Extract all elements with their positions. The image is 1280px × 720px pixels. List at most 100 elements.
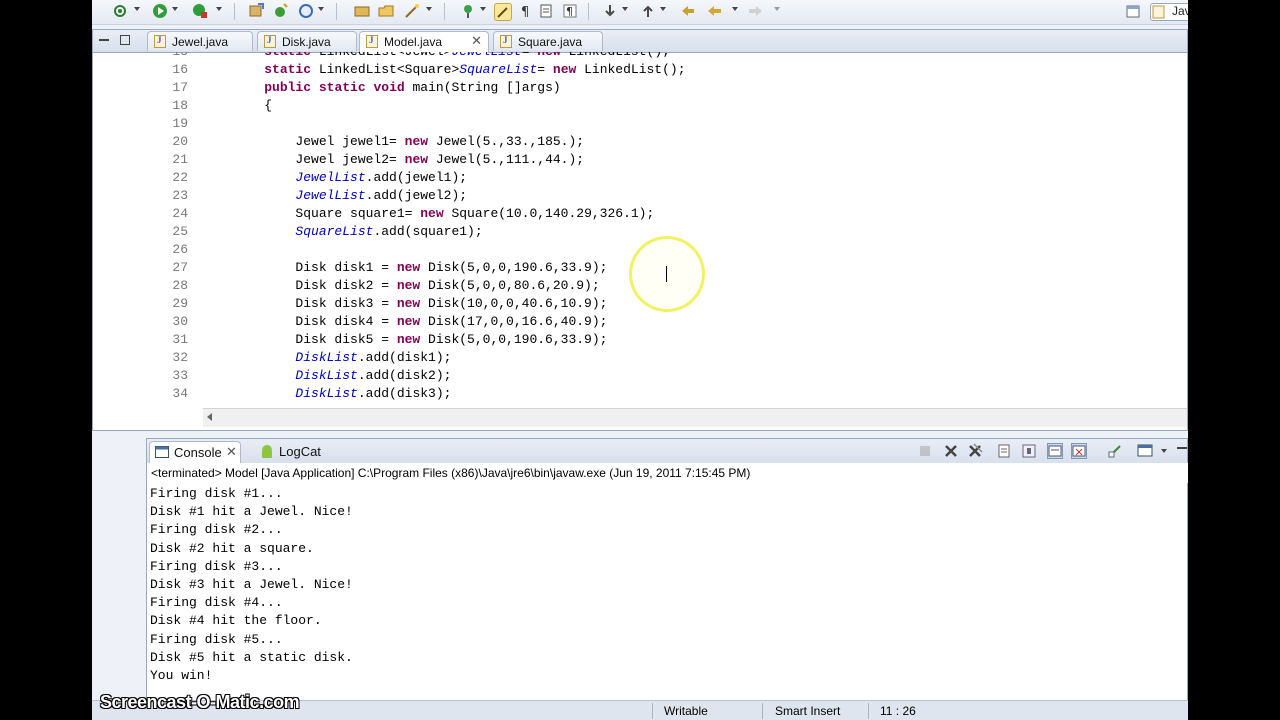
tab-disk-java[interactable]: Disk.java: [257, 31, 357, 51]
tab-logcat[interactable]: LogCat: [257, 441, 337, 463]
code-text: DiskList.add(disk1);: [295, 350, 452, 365]
console-minimize-icon[interactable]: [1177, 447, 1187, 449]
code-line[interactable]: 33 DiskList.add(disk2);: [93, 367, 1187, 385]
display-console-icon[interactable]: [1137, 443, 1153, 459]
paragraph-icon[interactable]: ¶: [562, 3, 578, 19]
new-dropdown-caret-icon[interactable]: [318, 7, 324, 11]
wand-icon[interactable]: [404, 3, 420, 19]
close-tab-icon[interactable]: ✕: [471, 33, 482, 49]
code-line[interactable]: 24 Square square1= new Square(10.0,140.2…: [93, 205, 1187, 223]
new-class-icon[interactable]: [272, 3, 288, 19]
show-whitespace-icon[interactable]: ¶: [518, 3, 534, 20]
line-number: 16: [172, 62, 188, 77]
console-output-line: Disk #4 hit the floor.: [150, 613, 322, 629]
editor-window-controls: [99, 34, 131, 46]
forward-caret-icon[interactable]: [774, 7, 780, 11]
console-icon: [155, 446, 169, 458]
debug-dropdown-caret-icon[interactable]: [134, 7, 140, 11]
code-line[interactable]: 17 public static void main(String []args…: [93, 79, 1187, 97]
scroll-lock-icon[interactable]: [1021, 443, 1037, 459]
remove-launch-icon[interactable]: [943, 443, 959, 459]
pin-icon[interactable]: [460, 3, 476, 19]
terminate-icon[interactable]: [917, 443, 933, 459]
new-wizard-icon[interactable]: [298, 3, 314, 19]
console-output[interactable]: Firing disk #1... Disk #1 hit a Jewel. Ni…: [147, 483, 1187, 720]
new-package-icon[interactable]: [248, 3, 264, 19]
code-line[interactable]: 30 Disk disk4 = new Disk(17,0,0,16.6,40.…: [93, 313, 1187, 331]
back-caret-icon[interactable]: [732, 7, 738, 11]
open-perspective-icon[interactable]: [1126, 3, 1142, 19]
cursor-position-status: 11 : 26: [880, 704, 916, 718]
console-output-line: Firing disk #2...: [150, 522, 283, 538]
code-text-area[interactable]: 15 static LinkedList<Jewel>JewelList= ne…: [93, 52, 1187, 408]
tab-label: Square.java: [518, 35, 583, 49]
code-line[interactable]: 22 JewelList.add(jewel1);: [93, 169, 1187, 187]
line-number: 22: [172, 170, 188, 185]
line-number: 29: [172, 296, 188, 311]
code-text: static LinkedList<Square>SquareList= new…: [264, 62, 686, 77]
next-annotation-caret-icon[interactable]: [622, 7, 628, 11]
run-icon[interactable]: [152, 3, 168, 19]
debug-gear-icon[interactable]: [112, 3, 128, 19]
external-dropdown-caret-icon[interactable]: [216, 7, 222, 11]
console-output-line: You win!: [150, 668, 213, 683]
code-line[interactable]: 15 static LinkedList<Jewel>JewelList= ne…: [93, 52, 1187, 61]
tab-console[interactable]: Console ✕: [149, 441, 241, 463]
java-editor: Jewel.java Disk.java Model.java ✕ Square…: [92, 29, 1188, 431]
java-file-icon: [366, 35, 378, 48]
pin-console-icon[interactable]: [1107, 443, 1123, 459]
console-output-line: Disk #1 hit a Jewel. Nice!: [150, 504, 353, 520]
remove-all-launches-icon[interactable]: [967, 443, 983, 459]
tab-jewel-java[interactable]: Jewel.java: [147, 31, 253, 51]
code-line[interactable]: 32 DiskList.add(disk1);: [93, 349, 1187, 367]
editor-horizontal-scrollbar[interactable]: [203, 408, 1187, 427]
tab-model-java[interactable]: Model.java ✕: [359, 31, 489, 53]
line-number: 24: [172, 206, 188, 221]
next-annotation-icon[interactable]: [602, 3, 618, 19]
open-type-icon[interactable]: [354, 3, 370, 19]
open-folder-icon[interactable]: [378, 3, 394, 19]
code-line[interactable]: 19: [93, 115, 1187, 133]
code-line[interactable]: 34 DiskList.add(disk3);: [93, 385, 1187, 403]
code-line[interactable]: 25 SquareList.add(square1);: [93, 223, 1187, 241]
block-selection-icon[interactable]: [538, 3, 554, 19]
back-icon[interactable]: [706, 3, 722, 19]
letterbox-left: [0, 0, 92, 720]
code-line[interactable]: 18 {: [93, 97, 1187, 115]
console-output-line: Firing disk #1...: [150, 486, 283, 501]
letterbox-right: [1188, 0, 1280, 720]
console-output-line: Disk #3 hit a Jewel. Nice!: [150, 577, 353, 592]
tab-label: Disk.java: [282, 35, 331, 49]
code-text: Disk disk4 = new Disk(17,0,0,16.6,40.9);: [233, 314, 608, 329]
clear-console-icon[interactable]: [997, 443, 1013, 459]
scroll-left-arrow-icon[interactable]: [207, 413, 212, 421]
run-dropdown-caret-icon[interactable]: [172, 7, 178, 11]
close-console-icon[interactable]: ✕: [226, 444, 237, 460]
code-line[interactable]: 31 Disk disk5 = new Disk(5,0,0,190.6,33.…: [93, 331, 1187, 349]
code-line[interactable]: 21 Jewel jewel2= new Jewel(5.,111.,44.);: [93, 151, 1187, 169]
console-output-line: Firing disk #5...: [150, 631, 283, 647]
minimize-icon[interactable]: [99, 39, 109, 42]
highlight-pen-icon[interactable]: [494, 3, 512, 21]
show-on-output-icon[interactable]: [1047, 443, 1063, 459]
prev-annotation-icon[interactable]: [640, 3, 656, 19]
code-text: DiskList.add(disk2);: [295, 368, 452, 383]
eclipse-window: ¶ ¶ Jav J Jewel.java J Disk.java J Model…: [92, 0, 1188, 720]
line-number: 18: [172, 98, 188, 113]
tab-square-java[interactable]: Square.java: [493, 31, 603, 51]
maximize-icon[interactable]: [120, 35, 131, 46]
run-external-icon[interactable]: [192, 3, 208, 19]
svg-text:¶: ¶: [521, 5, 529, 19]
tab-label: LogCat: [279, 444, 321, 459]
wand-dropdown-caret-icon[interactable]: [426, 7, 432, 11]
forward-icon[interactable]: [748, 3, 764, 19]
show-on-error-icon[interactable]: [1071, 443, 1087, 459]
line-number: 15: [148, 52, 188, 61]
display-console-caret-icon[interactable]: [1161, 449, 1167, 453]
code-line[interactable]: 23 JewelList.add(jewel2);: [93, 187, 1187, 205]
code-line[interactable]: 16 static LinkedList<Square>SquareList= …: [93, 61, 1187, 79]
prev-annotation-caret-icon[interactable]: [660, 7, 666, 11]
code-line[interactable]: 20 Jewel jewel1= new Jewel(5.,33.,185.);: [93, 133, 1187, 151]
last-edit-icon[interactable]: [680, 3, 696, 19]
pin-dropdown-caret-icon[interactable]: [480, 7, 486, 11]
